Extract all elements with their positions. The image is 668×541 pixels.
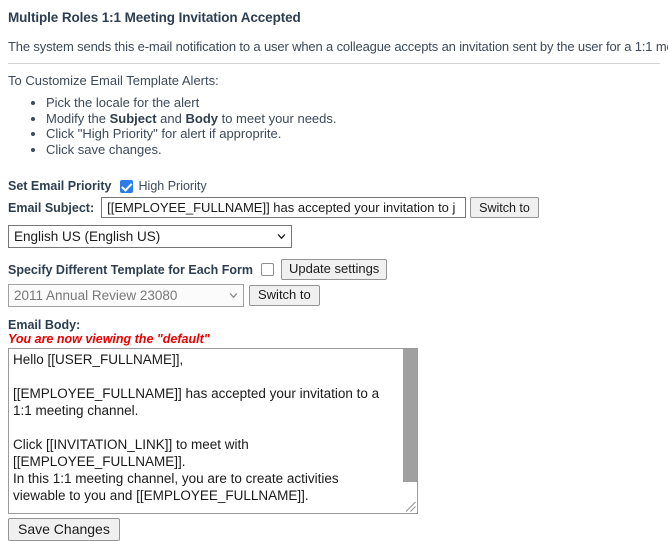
instruction-text-mid: and <box>156 110 186 126</box>
instruction-text: Click save changes. <box>46 141 162 157</box>
high-priority-label: High Priority <box>138 179 207 193</box>
instruction-bold-subject: Subject <box>109 110 157 126</box>
list-item: Click save changes. <box>46 141 660 158</box>
resize-handle-icon[interactable] <box>403 499 417 513</box>
instruction-text: Click "High Priority" for alert if appro… <box>46 126 282 141</box>
form-select-wrap[interactable]: 2011 Annual Review 23080 <box>8 284 244 307</box>
instruction-text-suffix: to meet your needs. <box>217 110 337 126</box>
list-item: Pick the locale for the alert <box>46 95 660 111</box>
form-switch-to-button[interactable]: Switch to <box>249 285 320 306</box>
save-changes-button[interactable]: Save Changes <box>8 518 120 541</box>
default-template-warning: You are now viewing the "default" <box>8 332 210 346</box>
save-row: Save Changes <box>8 518 660 541</box>
email-priority-row: Set Email Priority High Priority <box>8 179 660 193</box>
instructions-lead: To Customize Email Template Alerts: <box>8 73 219 88</box>
form-template-select[interactable]: 2011 Annual Review 23080 <box>8 284 244 307</box>
list-item: Modify the Subject and Body to meet your… <box>46 110 660 127</box>
section-divider <box>8 63 660 64</box>
textarea-scrollbar[interactable] <box>402 349 417 513</box>
email-body-textarea[interactable]: Hello [[USER_FULLNAME]], [[EMPLOYEE_FULL… <box>9 349 403 513</box>
update-settings-button[interactable]: Update settings <box>280 259 388 280</box>
instruction-bold-body: Body <box>185 110 218 126</box>
page-description: The system sends this e-mail notificatio… <box>8 39 668 54</box>
locale-select-wrap[interactable]: English US (English US) <box>8 225 292 248</box>
high-priority-checkbox[interactable] <box>119 179 133 193</box>
instructions-list: Pick the locale for the alert Modify the… <box>8 95 660 158</box>
email-body-container: Hello [[USER_FULLNAME]], [[EMPLOYEE_FULL… <box>8 348 418 514</box>
email-subject-input[interactable] <box>101 197 467 218</box>
locale-select[interactable]: English US (English US) <box>8 225 292 248</box>
email-template-page: Multiple Roles 1:1 Meeting Invitation Ac… <box>0 10 668 541</box>
form-template-row: 2011 Annual Review 23080 Switch to <box>8 284 660 307</box>
specify-template-checkbox[interactable] <box>260 263 274 276</box>
email-priority-label: Set Email Priority <box>8 179 112 193</box>
instruction-text: Pick the locale for the alert <box>46 95 200 110</box>
scrollbar-thumb[interactable] <box>403 349 417 482</box>
specify-template-row: Specify Different Template for Each Form… <box>8 259 660 280</box>
subject-switch-to-button[interactable]: Switch to <box>470 197 539 218</box>
list-item: Click "High Priority" for alert if appro… <box>46 126 660 142</box>
page-title: Multiple Roles 1:1 Meeting Invitation Ac… <box>8 10 301 25</box>
specify-template-label: Specify Different Template for Each Form <box>8 262 253 277</box>
email-body-label: Email Body: <box>8 318 81 332</box>
instruction-text: Modify the <box>46 110 110 126</box>
locale-row: English US (English US) <box>8 225 660 248</box>
email-subject-row: Email Subject: Switch to <box>8 197 660 218</box>
email-subject-label: Email Subject: <box>8 200 95 215</box>
